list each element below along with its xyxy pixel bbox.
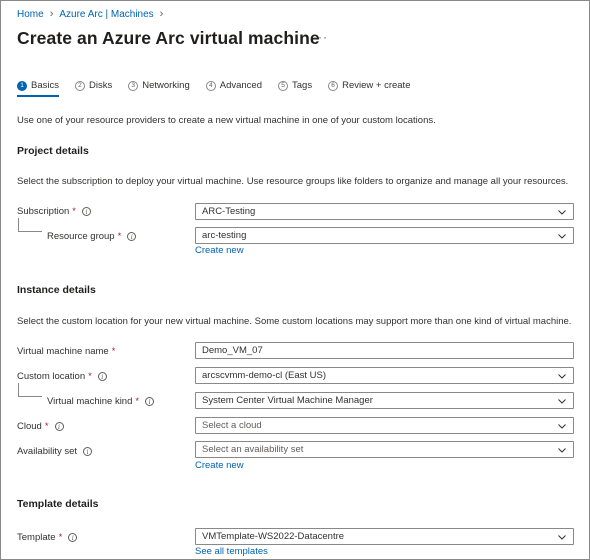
input-value: Demo_VM_07 — [202, 345, 263, 356]
label-text: Cloud — [17, 421, 42, 432]
tree-connector — [18, 218, 42, 232]
dropdown-value: arcscvmm-demo-cl (East US) — [202, 370, 327, 381]
info-icon[interactable]: i — [83, 447, 93, 456]
tab-networking[interactable]: 3 Networking — [128, 80, 190, 95]
required-marker: * — [58, 532, 63, 543]
vm-kind-label: Virtual machine kind * i — [47, 396, 155, 407]
create-new-availability-set-link[interactable]: Create new — [195, 460, 244, 471]
label-text: Virtual machine kind — [47, 396, 133, 407]
chevron-down-icon — [558, 209, 566, 215]
tab-disks[interactable]: 2 Disks — [74, 80, 113, 95]
tab-label: Tags — [292, 80, 313, 91]
step-number-icon: 3 — [128, 80, 139, 91]
info-icon[interactable]: i — [81, 207, 91, 216]
custom-location-label: Custom location * i — [17, 371, 107, 382]
step-number-icon: 5 — [278, 80, 289, 91]
vm-name-input[interactable]: Demo_VM_07 — [195, 342, 574, 359]
tab-label: Basics — [31, 80, 59, 91]
resource-group-dropdown[interactable]: arc-testing — [195, 227, 574, 244]
tab-label: Advanced — [219, 80, 263, 91]
cloud-label: Cloud * i — [17, 421, 64, 432]
chevron-down-icon — [558, 373, 566, 379]
instance-details-desc: Select the custom location for your new … — [17, 316, 572, 327]
info-icon[interactable]: i — [145, 397, 155, 406]
step-number-icon: 4 — [205, 80, 216, 91]
tab-basics[interactable]: 1 Basics — [17, 80, 59, 97]
see-all-templates-link[interactable]: See all templates — [195, 546, 268, 557]
availability-set-dropdown[interactable]: Select an availability set — [195, 441, 574, 458]
template-details-heading: Template details — [17, 498, 99, 510]
required-marker: * — [44, 421, 49, 432]
create-new-resource-group-link[interactable]: Create new — [195, 245, 244, 256]
intro-text: Use one of your resource providers to cr… — [17, 115, 436, 126]
dropdown-value: System Center Virtual Machine Manager — [202, 395, 373, 406]
vm-kind-dropdown[interactable]: System Center Virtual Machine Manager — [195, 392, 574, 409]
wizard-tabs: 1 Basics 2 Disks 3 Networking 4 Advanced… — [17, 80, 410, 97]
dropdown-value: VMTemplate-WS2022-Datacentre — [202, 531, 345, 542]
more-options-button[interactable]: ··· — [313, 30, 328, 44]
tab-label: Disks — [88, 80, 113, 91]
cloud-dropdown[interactable]: Select a cloud — [195, 417, 574, 434]
info-icon[interactable]: i — [97, 372, 107, 381]
tab-review-create[interactable]: 6 Review + create — [328, 80, 410, 95]
info-icon[interactable]: i — [127, 232, 137, 241]
breadcrumb-home[interactable]: Home — [17, 9, 44, 20]
info-icon[interactable]: i — [54, 422, 64, 431]
tab-advanced[interactable]: 4 Advanced — [205, 80, 263, 95]
required-marker: * — [88, 371, 92, 382]
project-details-desc: Select the subscription to deploy your v… — [17, 176, 569, 187]
label-text: Template — [17, 532, 56, 543]
step-number-icon: 6 — [328, 80, 339, 91]
required-marker: * — [117, 231, 122, 242]
template-dropdown[interactable]: VMTemplate-WS2022-Datacentre — [195, 528, 574, 545]
subscription-label: Subscription * i — [17, 206, 91, 217]
chevron-down-icon — [558, 423, 566, 429]
label-text: Virtual machine name — [17, 346, 109, 357]
chevron-down-icon — [558, 447, 566, 453]
page-title: Create an Azure Arc virtual machine — [17, 28, 320, 48]
custom-location-dropdown[interactable]: arcscvmm-demo-cl (East US) — [195, 367, 574, 384]
template-label: Template * i — [17, 532, 78, 543]
tree-connector — [18, 383, 42, 397]
required-marker: * — [72, 206, 76, 217]
availability-set-label: Availability set i — [17, 446, 93, 457]
dropdown-placeholder: Select a cloud — [202, 420, 262, 431]
dropdown-value: arc-testing — [202, 230, 247, 241]
dropdown-placeholder: Select an availability set — [202, 444, 304, 455]
label-text: Subscription — [17, 206, 70, 217]
required-marker: * — [135, 396, 140, 407]
project-details-heading: Project details — [17, 145, 89, 157]
subscription-dropdown[interactable]: ARC-Testing — [195, 203, 574, 220]
dropdown-value: ARC-Testing — [202, 206, 256, 217]
chevron-down-icon — [558, 233, 566, 239]
chevron-down-icon — [558, 534, 566, 540]
breadcrumb-separator: › — [49, 8, 54, 20]
label-text: Availability set — [17, 446, 78, 457]
tab-label: Networking — [142, 80, 190, 91]
breadcrumb: Home › Azure Arc | Machines › — [17, 8, 163, 20]
vm-name-label: Virtual machine name * — [17, 346, 115, 357]
chevron-down-icon — [558, 398, 566, 404]
tab-label: Review + create — [342, 80, 411, 91]
breadcrumb-arc-machines[interactable]: Azure Arc | Machines — [59, 9, 153, 20]
tab-tags[interactable]: 5 Tags — [278, 80, 312, 95]
label-text: Resource group — [47, 231, 115, 242]
step-number-icon: 1 — [17, 80, 27, 91]
resource-group-label: Resource group * i — [47, 231, 137, 242]
required-marker: * — [111, 346, 116, 357]
step-number-icon: 2 — [74, 80, 85, 91]
instance-details-heading: Instance details — [17, 284, 96, 296]
label-text: Custom location — [17, 371, 86, 382]
breadcrumb-separator: › — [159, 8, 164, 20]
info-icon[interactable]: i — [68, 533, 78, 542]
